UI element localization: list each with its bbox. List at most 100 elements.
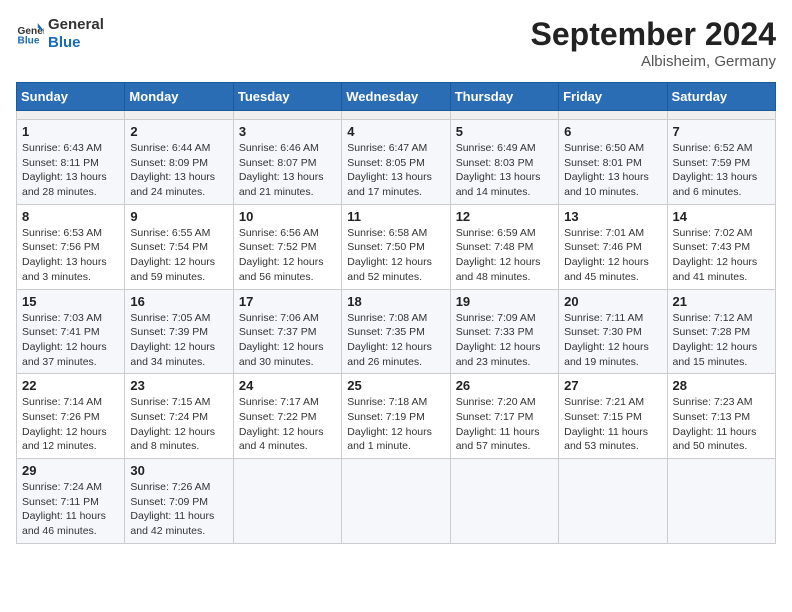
calendar-cell: 13 Sunrise: 7:01 AM Sunset: 7:46 PM Dayli… <box>559 204 667 289</box>
day-info: Sunrise: 7:23 AM Sunset: 7:13 PM Dayligh… <box>673 395 770 454</box>
calendar-cell <box>233 111 341 120</box>
calendar-cell: 17Sunrise: 7:06 AM Sunset: 7:37 PM Dayli… <box>233 289 341 374</box>
day-number: 10 <box>239 209 336 224</box>
calendar-cell: 26Sunrise: 7:20 AM Sunset: 7:17 PM Dayli… <box>450 374 558 459</box>
calendar-cell: 23 Sunrise: 7:15 AM Sunset: 7:24 PM Dayli… <box>125 374 233 459</box>
day-header-thursday: Thursday <box>450 83 558 111</box>
day-number: 19 <box>456 294 553 309</box>
day-number: 22 <box>22 378 119 393</box>
calendar-cell <box>450 459 558 544</box>
calendar-cell: 29Sunrise: 7:24 AM Sunset: 7:11 PM Dayli… <box>17 459 125 544</box>
day-info: Sunrise: 7:18 AM Sunset: 7:19 PM Dayligh… <box>347 395 444 454</box>
calendar-week-4: 22Sunrise: 7:14 AM Sunset: 7:26 PM Dayli… <box>17 374 776 459</box>
day-info: Sunrise: 7:15 AM Sunset: 7:24 PM Dayligh… <box>130 395 227 454</box>
calendar-cell <box>17 111 125 120</box>
day-number: 16 <box>130 294 227 309</box>
day-info: Sunrise: 7:11 AM Sunset: 7:30 PM Dayligh… <box>564 311 661 370</box>
calendar-week-1: 1Sunrise: 6:43 AM Sunset: 8:11 PM Daylig… <box>17 120 776 205</box>
calendar-cell <box>342 111 450 120</box>
calendar-cell <box>559 459 667 544</box>
day-number: 13 <box>564 209 661 224</box>
day-number: 24 <box>239 378 336 393</box>
calendar-cell: 15Sunrise: 7:03 AM Sunset: 7:41 PM Dayli… <box>17 289 125 374</box>
calendar-cell: 6 Sunrise: 6:50 AM Sunset: 8:01 PM Daylig… <box>559 120 667 205</box>
calendar-cell: 9 Sunrise: 6:55 AM Sunset: 7:54 PM Daylig… <box>125 204 233 289</box>
logo-icon: General Blue <box>16 20 44 48</box>
calendar-cell: 20 Sunrise: 7:11 AM Sunset: 7:30 PM Dayli… <box>559 289 667 374</box>
day-info: Sunrise: 6:58 AM Sunset: 7:50 PM Dayligh… <box>347 226 444 285</box>
day-number: 18 <box>347 294 444 309</box>
day-number: 15 <box>22 294 119 309</box>
day-number: 14 <box>673 209 770 224</box>
day-number: 4 <box>347 124 444 139</box>
day-number: 20 <box>564 294 661 309</box>
calendar-cell <box>559 111 667 120</box>
day-info: Sunrise: 6:46 AM Sunset: 8:07 PM Dayligh… <box>239 141 336 200</box>
calendar-cell <box>667 111 775 120</box>
day-info: Sunrise: 7:17 AM Sunset: 7:22 PM Dayligh… <box>239 395 336 454</box>
calendar-cell: 4Sunrise: 6:47 AM Sunset: 8:05 PM Daylig… <box>342 120 450 205</box>
day-number: 28 <box>673 378 770 393</box>
day-number: 12 <box>456 209 553 224</box>
day-info: Sunrise: 7:05 AM Sunset: 7:39 PM Dayligh… <box>130 311 227 370</box>
month-title: September 2024 <box>531 16 776 53</box>
calendar-cell: 27Sunrise: 7:21 AM Sunset: 7:15 PM Dayli… <box>559 374 667 459</box>
calendar-cell: 21 Sunrise: 7:12 AM Sunset: 7:28 PM Dayli… <box>667 289 775 374</box>
day-info: Sunrise: 6:52 AM Sunset: 7:59 PM Dayligh… <box>673 141 770 200</box>
calendar-header-row: SundayMondayTuesdayWednesdayThursdayFrid… <box>17 83 776 111</box>
calendar-cell: 19 Sunrise: 7:09 AM Sunset: 7:33 PM Dayli… <box>450 289 558 374</box>
day-info: Sunrise: 6:59 AM Sunset: 7:48 PM Dayligh… <box>456 226 553 285</box>
calendar-cell: 25 Sunrise: 7:18 AM Sunset: 7:19 PM Dayli… <box>342 374 450 459</box>
day-number: 7 <box>673 124 770 139</box>
day-info: Sunrise: 6:56 AM Sunset: 7:52 PM Dayligh… <box>239 226 336 285</box>
day-number: 2 <box>130 124 227 139</box>
calendar-cell: 11 Sunrise: 6:58 AM Sunset: 7:50 PM Dayli… <box>342 204 450 289</box>
calendar-week-3: 15Sunrise: 7:03 AM Sunset: 7:41 PM Dayli… <box>17 289 776 374</box>
day-number: 29 <box>22 463 119 478</box>
day-info: Sunrise: 7:08 AM Sunset: 7:35 PM Dayligh… <box>347 311 444 370</box>
day-number: 3 <box>239 124 336 139</box>
day-info: Sunrise: 7:09 AM Sunset: 7:33 PM Dayligh… <box>456 311 553 370</box>
day-info: Sunrise: 7:02 AM Sunset: 7:43 PM Dayligh… <box>673 226 770 285</box>
calendar-cell: 3 Sunrise: 6:46 AM Sunset: 8:07 PM Daylig… <box>233 120 341 205</box>
calendar-week-5: 29Sunrise: 7:24 AM Sunset: 7:11 PM Dayli… <box>17 459 776 544</box>
calendar-table: SundayMondayTuesdayWednesdayThursdayFrid… <box>16 82 776 544</box>
day-number: 25 <box>347 378 444 393</box>
logo-general: General <box>48 16 104 34</box>
day-header-saturday: Saturday <box>667 83 775 111</box>
day-info: Sunrise: 6:53 AM Sunset: 7:56 PM Dayligh… <box>22 226 119 285</box>
day-header-monday: Monday <box>125 83 233 111</box>
calendar-cell: 8Sunrise: 6:53 AM Sunset: 7:56 PM Daylig… <box>17 204 125 289</box>
day-number: 11 <box>347 209 444 224</box>
day-number: 6 <box>564 124 661 139</box>
day-number: 21 <box>673 294 770 309</box>
day-number: 1 <box>22 124 119 139</box>
day-header-friday: Friday <box>559 83 667 111</box>
calendar-cell: 28 Sunrise: 7:23 AM Sunset: 7:13 PM Dayli… <box>667 374 775 459</box>
day-info: Sunrise: 6:55 AM Sunset: 7:54 PM Dayligh… <box>130 226 227 285</box>
day-number: 23 <box>130 378 227 393</box>
day-info: Sunrise: 7:01 AM Sunset: 7:46 PM Dayligh… <box>564 226 661 285</box>
location: Albisheim, Germany <box>531 53 776 70</box>
svg-text:Blue: Blue <box>18 35 40 46</box>
calendar-cell: 18 Sunrise: 7:08 AM Sunset: 7:35 PM Dayli… <box>342 289 450 374</box>
calendar-week-2: 8Sunrise: 6:53 AM Sunset: 7:56 PM Daylig… <box>17 204 776 289</box>
day-number: 17 <box>239 294 336 309</box>
logo-blue: Blue <box>48 34 104 52</box>
calendar-cell: 30Sunrise: 7:26 AM Sunset: 7:09 PM Dayli… <box>125 459 233 544</box>
calendar-cell: 12 Sunrise: 6:59 AM Sunset: 7:48 PM Dayli… <box>450 204 558 289</box>
calendar-cell: 1Sunrise: 6:43 AM Sunset: 8:11 PM Daylig… <box>17 120 125 205</box>
calendar-cell: 22Sunrise: 7:14 AM Sunset: 7:26 PM Dayli… <box>17 374 125 459</box>
calendar-cell: 5Sunrise: 6:49 AM Sunset: 8:03 PM Daylig… <box>450 120 558 205</box>
calendar-cell: 14 Sunrise: 7:02 AM Sunset: 7:43 PM Dayli… <box>667 204 775 289</box>
day-number: 9 <box>130 209 227 224</box>
page-header: General Blue General Blue September 2024… <box>16 16 776 70</box>
calendar-cell <box>667 459 775 544</box>
day-info: Sunrise: 7:12 AM Sunset: 7:28 PM Dayligh… <box>673 311 770 370</box>
day-info: Sunrise: 6:44 AM Sunset: 8:09 PM Dayligh… <box>130 141 227 200</box>
calendar-cell: 10 Sunrise: 6:56 AM Sunset: 7:52 PM Dayli… <box>233 204 341 289</box>
logo: General Blue General Blue <box>16 16 104 52</box>
calendar-cell: 7 Sunrise: 6:52 AM Sunset: 7:59 PM Daylig… <box>667 120 775 205</box>
calendar-cell <box>233 459 341 544</box>
day-info: Sunrise: 6:50 AM Sunset: 8:01 PM Dayligh… <box>564 141 661 200</box>
